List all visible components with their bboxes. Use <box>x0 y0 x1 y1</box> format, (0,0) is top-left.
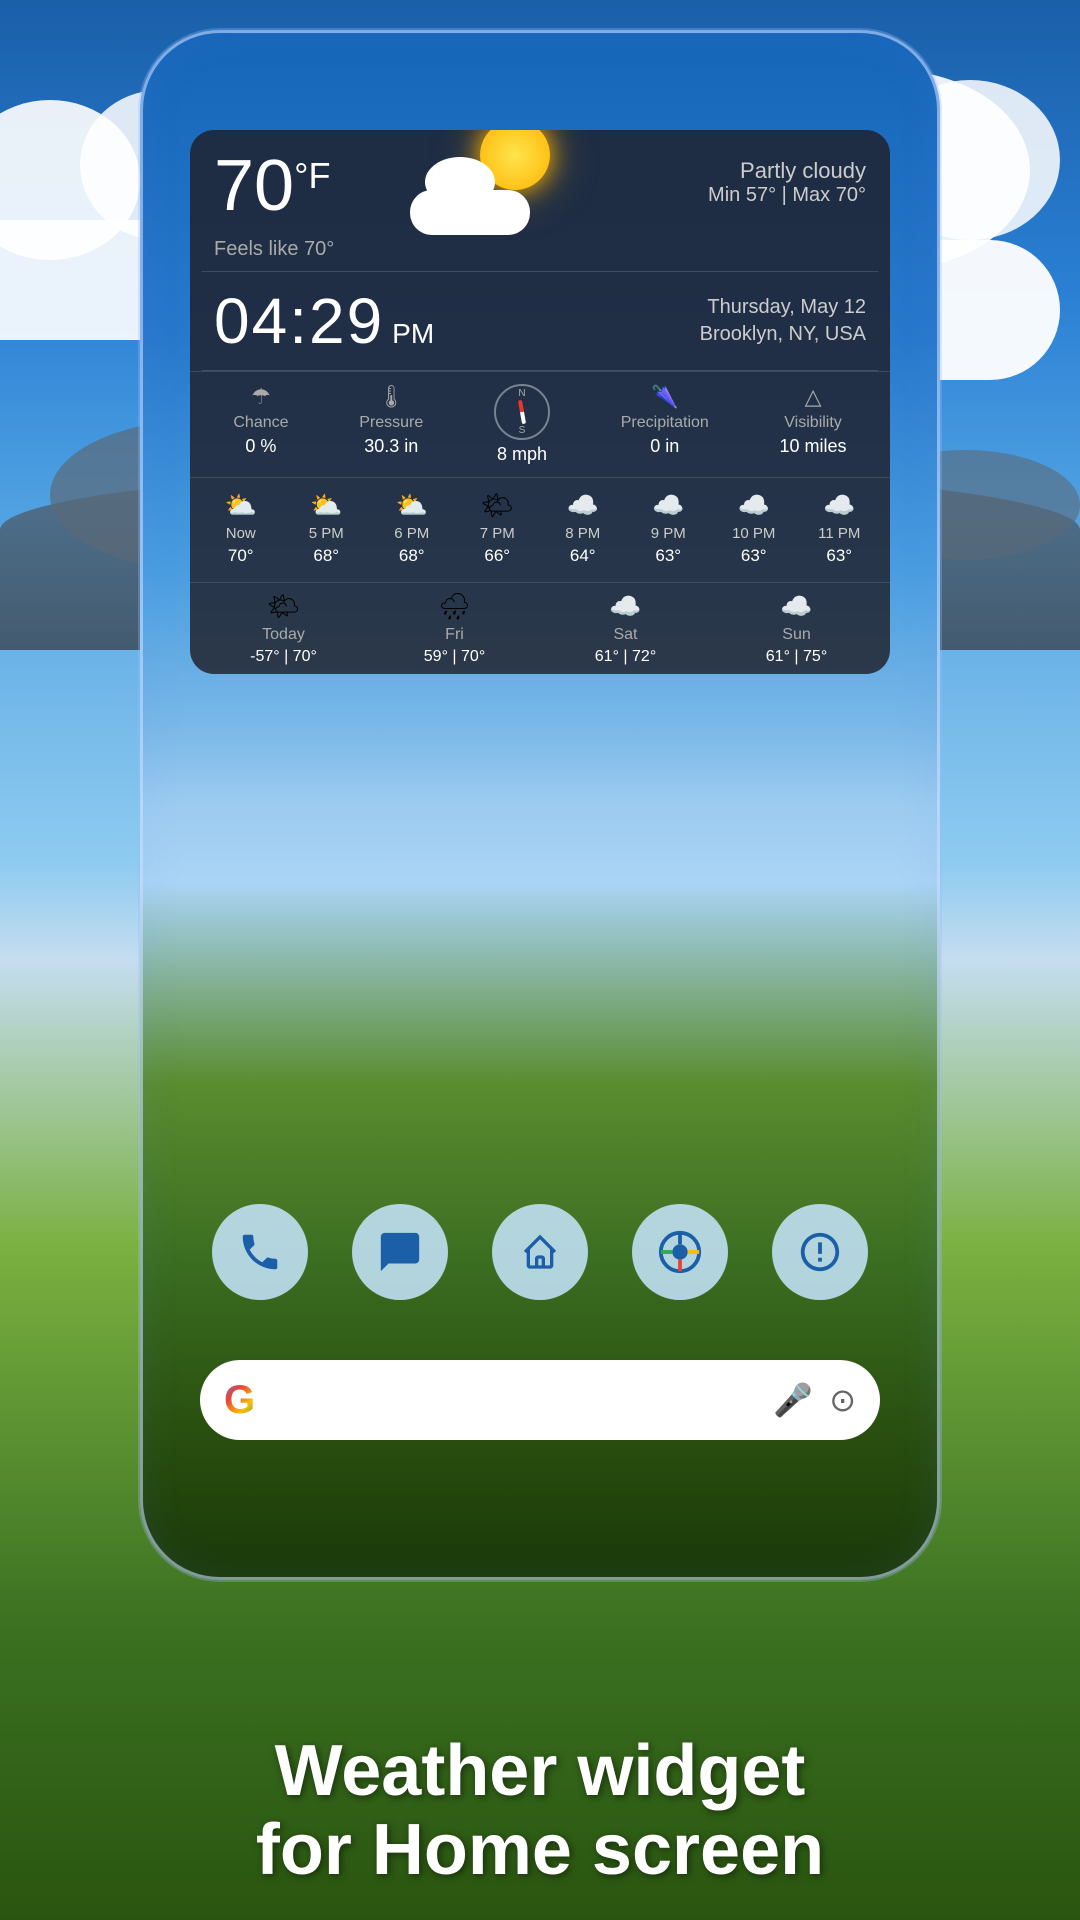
phone-frame <box>140 30 940 1580</box>
bottom-title-text: Weather widget for Home screen <box>60 1732 1020 1890</box>
bottom-label: Weather widget for Home screen <box>0 1732 1080 1890</box>
